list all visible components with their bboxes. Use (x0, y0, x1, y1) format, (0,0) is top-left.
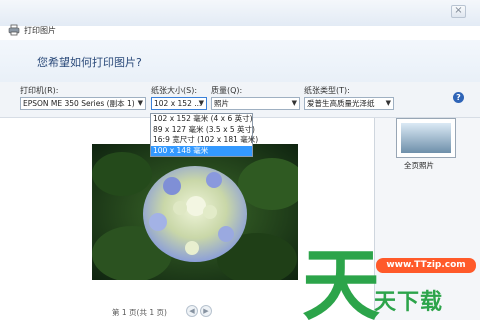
printer-value: EPSON ME 350 Series (副本 1) (23, 99, 135, 108)
paper-size-option[interactable]: 89 x 127 毫米 (3.5 x 5 英寸) (151, 125, 255, 136)
layout-thumbnail-image (401, 123, 451, 153)
title-bar: 打印图片 (8, 23, 56, 37)
paper-size-option[interactable]: 16:9 宽尺寸 (102 x 181 毫米) (151, 135, 258, 146)
close-button[interactable]: × (451, 5, 466, 18)
watermark-url: www.TTzip.com (376, 258, 476, 273)
paper-type-label: 纸张类型(T): (304, 86, 350, 95)
print-pictures-window: × 打印图片 您希望如何打印图片? 打印机(R): EPSON ME 350 S… (0, 0, 480, 320)
paper-size-option-selected[interactable]: 100 x 148 毫米 (151, 145, 252, 156)
paper-size-select[interactable]: 102 x 152 ... ▼ (151, 97, 207, 110)
chevron-down-icon: ▼ (137, 99, 143, 107)
printer-select[interactable]: EPSON ME 350 Series (副本 1) ▼ (20, 97, 146, 110)
svg-text:天: 天 (302, 241, 380, 320)
paper-type-select[interactable]: 爱普生高质量光泽纸 ▼ (304, 97, 394, 110)
paper-size-dropdown: 102 x 152 毫米 (4 x 6 英寸) 89 x 127 毫米 (3.5… (150, 113, 258, 157)
paper-size-option[interactable]: 102 x 152 毫米 (4 x 6 英寸) (151, 114, 253, 125)
watermark-text: 天下载 (374, 290, 444, 315)
paper-size-value: 102 x 152 ... (154, 99, 202, 108)
window-top-bar: × (0, 0, 480, 26)
layout-label: 全页照片 (404, 161, 434, 170)
chevron-down-icon: ▼ (198, 99, 204, 107)
printer-label: 打印机(R): (20, 86, 59, 95)
window-title: 打印图片 (24, 25, 56, 35)
hydrangea-photo (92, 144, 298, 280)
paper-size-label: 纸张大小(S): (151, 86, 198, 95)
quality-label: 质量(Q): (211, 86, 243, 95)
printer-icon (8, 24, 20, 36)
page-question: 您希望如何打印图片? (37, 56, 142, 69)
chevron-down-icon: ▼ (291, 99, 297, 107)
quality-value: 照片 (214, 99, 229, 108)
next-page-button[interactable]: ▶ (200, 305, 212, 317)
layout-thumbnail[interactable] (396, 118, 456, 158)
paper-type-value: 爱普生高质量光泽纸 (307, 99, 375, 108)
help-icon[interactable]: ? (453, 92, 464, 103)
page-indicator: 第 1 页(共 1 页) (112, 308, 167, 317)
previous-page-button[interactable]: ◀ (186, 305, 198, 317)
quality-select[interactable]: 照片 ▼ (211, 97, 300, 110)
chevron-down-icon: ▼ (385, 99, 391, 107)
